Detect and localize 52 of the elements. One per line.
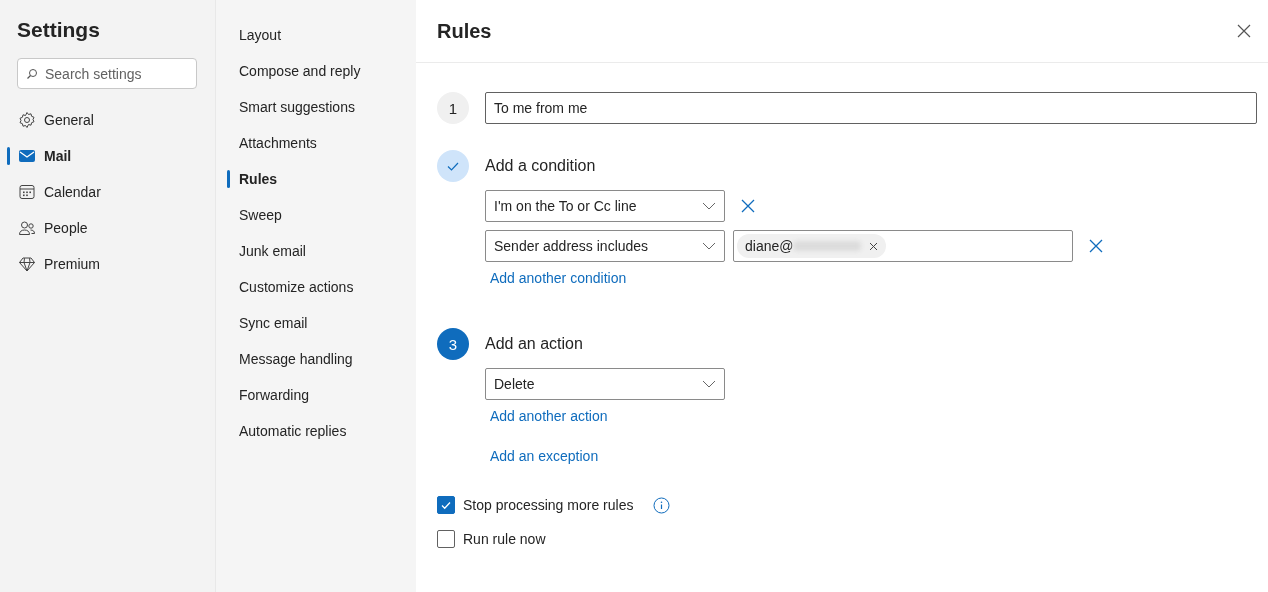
- check-icon: [440, 499, 452, 511]
- rule-name-field[interactable]: To me from me: [485, 92, 1257, 124]
- submenu-item[interactable]: Rules: [216, 161, 416, 197]
- chevron-icon: [702, 242, 716, 250]
- chevron-icon: [702, 202, 716, 210]
- info-icon[interactable]: [653, 496, 671, 514]
- nav-item[interactable]: General: [0, 102, 198, 138]
- add-condition-link[interactable]: Add another condition: [485, 268, 1111, 288]
- mail-icon: [18, 147, 36, 165]
- submenu-item[interactable]: Smart suggestions: [216, 89, 416, 125]
- submenu-item[interactable]: Layout: [216, 17, 416, 53]
- checkbox[interactable]: [437, 530, 455, 548]
- address-field[interactable]: diane@: [733, 230, 1073, 262]
- close-icon[interactable]: [1237, 24, 1251, 38]
- checkbox-label: Stop processing more rules: [463, 497, 634, 513]
- address-chip: diane@: [737, 234, 887, 258]
- add-action-link[interactable]: Add another action: [485, 406, 725, 426]
- submenu-item[interactable]: Attachments: [216, 125, 416, 161]
- diamond-icon: [18, 255, 36, 273]
- step-title: Add an action: [485, 334, 584, 354]
- submenu-item[interactable]: Compose and reply: [216, 53, 416, 89]
- action-dropdown[interactable]: Delete: [485, 368, 725, 400]
- checkbox[interactable]: [437, 496, 455, 514]
- checkbox-label: Run rule now: [463, 531, 546, 547]
- nav-item[interactable]: Calendar: [0, 174, 198, 210]
- remove-icon[interactable]: [869, 241, 879, 251]
- submenu-item[interactable]: Forwarding: [216, 377, 416, 413]
- submenu-item[interactable]: Customize actions: [216, 269, 416, 305]
- step-check-icon: [437, 150, 469, 182]
- submenu-item[interactable]: Sweep: [216, 197, 416, 233]
- panel-title: Rules: [437, 19, 492, 43]
- add-exception-link[interactable]: Add an exception: [485, 446, 725, 466]
- nav-item[interactable]: People: [0, 210, 198, 246]
- calendar-icon: [18, 183, 36, 201]
- remove-condition-icon[interactable]: [741, 199, 755, 213]
- submenu-item[interactable]: Junk email: [216, 233, 416, 269]
- condition-dropdown[interactable]: Sender address includes: [485, 230, 725, 262]
- step-number: 1: [437, 92, 469, 124]
- nav-item[interactable]: Premium: [0, 246, 198, 282]
- settings-title: Settings: [16, 18, 101, 42]
- people-icon: [18, 219, 36, 237]
- chevron-icon: [702, 380, 716, 388]
- submenu-item[interactable]: Sync email: [216, 305, 416, 341]
- submenu-item[interactable]: Automatic replies: [216, 413, 416, 449]
- condition-dropdown[interactable]: I'm on the To or Cc line: [485, 190, 725, 222]
- search-field[interactable]: Search settings: [17, 58, 197, 89]
- remove-condition-icon[interactable]: [1089, 239, 1103, 253]
- nav-item[interactable]: Mail: [0, 138, 198, 174]
- step-number: 3: [437, 328, 469, 360]
- step-title: Add a condition: [485, 156, 597, 176]
- gear-icon: [18, 111, 36, 129]
- submenu-item[interactable]: Message handling: [216, 341, 416, 377]
